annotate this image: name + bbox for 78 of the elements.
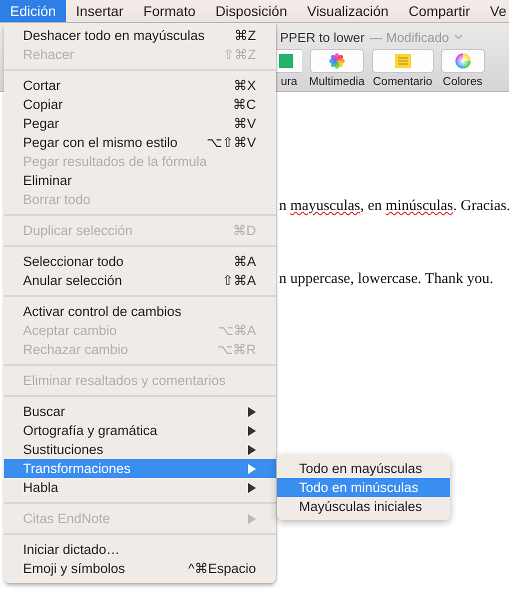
menu-item-label: Ortografía y gramática xyxy=(23,422,158,440)
submenu-item[interactable]: Mayúsculas iniciales xyxy=(277,497,450,516)
shape-button[interactable] xyxy=(276,49,302,73)
menu-item-label: Anular selección xyxy=(23,272,122,290)
document-status: — Modificado xyxy=(370,30,450,44)
menu-item-label: Habla xyxy=(23,479,58,497)
toolbar-label: Comentario xyxy=(372,76,432,88)
menu-item[interactable]: Buscar xyxy=(4,402,276,421)
shortcut-label: ⇧⌘A xyxy=(222,272,256,290)
menu-item[interactable]: Anular selección ⇧⌘A xyxy=(4,271,276,290)
toolbar-label: ura xyxy=(280,76,298,88)
shortcut-label: ⌘A xyxy=(233,253,256,271)
menu-item-label: Aceptar cambio xyxy=(23,322,117,340)
menu-item-label: Pegar con el mismo estilo xyxy=(23,134,178,152)
shortcut-label: ⌘X xyxy=(233,77,256,95)
note-icon xyxy=(394,54,411,68)
menu-bar-item[interactable]: Edición xyxy=(0,0,66,22)
menu-item[interactable]: Activar control de cambios xyxy=(4,302,276,321)
shortcut-label: ⌘C xyxy=(232,96,256,114)
menu-item-label: Eliminar resaltados y comentarios xyxy=(23,372,226,390)
toolbar-label: Multimedia xyxy=(309,76,365,88)
menu-item-label: Eliminar xyxy=(23,172,72,190)
menu-item[interactable]: Deshacer todo en mayúsculas ⌘Z xyxy=(4,26,276,45)
menu-bar-item[interactable]: Ve xyxy=(480,0,509,22)
media-button[interactable] xyxy=(310,49,364,73)
square-icon xyxy=(278,54,292,68)
menu-item-label: Cortar xyxy=(23,77,61,95)
menu-bar-item[interactable]: Insertar xyxy=(66,0,134,22)
menu-item-label: Duplicar selección xyxy=(23,222,133,240)
submenu-arrow-icon xyxy=(248,514,256,524)
menu-item[interactable]: Iniciar dictado… xyxy=(4,540,276,559)
menu-item[interactable]: Pegar con el mismo estilo ⌥⇧⌘V xyxy=(4,133,276,152)
menu-item[interactable]: Sustituciones xyxy=(4,440,276,459)
shortcut-label: ⌘Z xyxy=(234,27,256,45)
menu-item-label: Pegar xyxy=(23,115,60,133)
flower-icon xyxy=(328,53,345,69)
shortcut-label: ⌥⇧⌘V xyxy=(206,134,256,152)
menu-item[interactable]: Pegar ⌘V xyxy=(4,114,276,133)
menu-item-label: Transformaciones xyxy=(23,460,131,478)
menu-item-label: Rechazar cambio xyxy=(23,341,128,359)
toolbar-label: Colores xyxy=(442,76,482,88)
shortcut-label: ⌘D xyxy=(232,222,256,240)
menu-item[interactable]: Cortar ⌘X xyxy=(4,76,276,95)
comment-button[interactable] xyxy=(372,49,434,73)
document-title: PPER to lower xyxy=(280,30,365,44)
menu-item[interactable]: Emoji y símbolos ^⌘Espacio xyxy=(4,559,276,578)
menu-item-label: Citas EndNote xyxy=(23,510,110,528)
menu-item[interactable]: Habla xyxy=(4,478,276,497)
menu-item-label: Borrar todo xyxy=(23,191,91,209)
menu-item-label: Emoji y símbolos xyxy=(23,560,126,578)
menu-item[interactable]: Ortografía y gramática xyxy=(4,421,276,440)
menu-item-label: Rehacer xyxy=(23,46,74,64)
chevron-icon[interactable] xyxy=(454,34,464,40)
menu-bar-item[interactable]: Disposición xyxy=(206,0,298,22)
shortcut-label: ⌘V xyxy=(233,115,256,133)
document-paragraph: n mayusculas, en minúsculas. Gracias. xyxy=(279,198,509,215)
menu-item-label: Pegar resultados de la fórmula xyxy=(23,153,207,171)
menu-item[interactable]: Seleccionar todo ⌘A xyxy=(4,252,276,271)
menu-item-label: Buscar xyxy=(23,403,66,421)
menu-item-label: Copiar xyxy=(23,96,63,114)
shortcut-label: ⌥⌘A xyxy=(218,322,256,340)
menu-item[interactable]: Eliminar xyxy=(4,171,276,190)
color-wheel-icon xyxy=(454,53,471,69)
menu-item-label: Activar control de cambios xyxy=(23,303,182,321)
document-paragraph: n uppercase, lowercase. Thank you. xyxy=(279,271,494,288)
menu-bar-item[interactable]: Compartir xyxy=(398,0,480,22)
submenu-item[interactable]: Todo en mayúsculas xyxy=(277,459,450,478)
colors-button[interactable] xyxy=(440,49,485,73)
menu-item-label: Sustituciones xyxy=(23,441,104,459)
shortcut-label: ^⌘Espacio xyxy=(188,560,256,578)
shortcut-label: ⌥⌘R xyxy=(217,341,256,359)
menu-item-label: Seleccionar todo xyxy=(23,253,124,271)
menu-item-label: Deshacer todo en mayúsculas xyxy=(23,27,205,45)
menu-item-label: Iniciar dictado… xyxy=(23,541,120,559)
menu-item[interactable]: Copiar ⌘C xyxy=(4,95,276,114)
menu-bar-item[interactable]: Formato xyxy=(133,0,206,22)
menu-bar-item[interactable]: Visualización xyxy=(297,0,399,22)
shortcut-label: ⇧⌘Z xyxy=(222,46,256,64)
